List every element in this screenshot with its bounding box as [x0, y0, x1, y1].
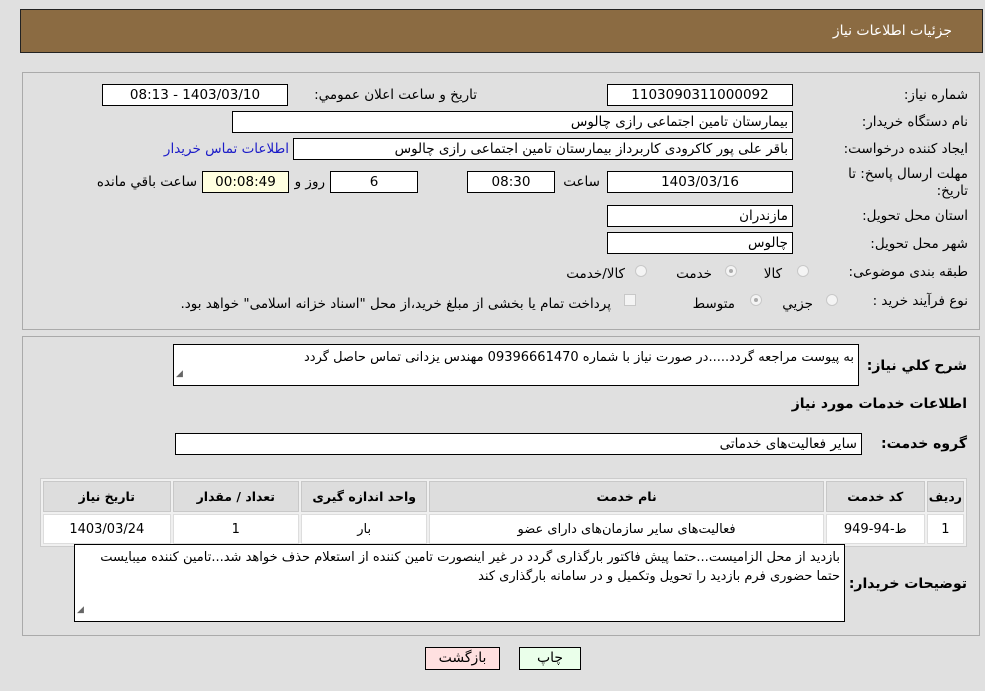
deadline-date-field: 1403/03/16: [607, 171, 793, 193]
cell-need-date: 1403/03/24: [43, 514, 171, 544]
description-label: شرح کلي نیاز:: [866, 358, 967, 374]
category-option-goods: کالا: [763, 266, 782, 282]
table-header-row: ردیف کد خدمت نام خدمت واحد اندازه گیری ت…: [43, 481, 964, 512]
cell-row-number: 1: [926, 514, 964, 544]
page-header: جزئیات اطلاعات نیاز: [20, 9, 983, 53]
process-radio-medium[interactable]: [750, 294, 762, 306]
province-field: مازندران: [607, 205, 793, 227]
description-textarea[interactable]: به پیوست مراجعه گردد.....در صورت نیاز با…: [173, 344, 859, 386]
col-row-number: ردیف: [926, 481, 964, 512]
print-button[interactable]: چاپ: [519, 647, 581, 670]
buyer-notes-text: بازدید از محل الزامیست...حتما پیش فاکتور…: [100, 550, 840, 584]
cell-quantity: 1: [172, 514, 300, 544]
deadline-time-label: ساعت: [563, 174, 600, 190]
category-radio-service[interactable]: [725, 265, 737, 277]
page-title: جزئیات اطلاعات نیاز: [832, 23, 952, 39]
category-label: طبقه بندی موضوعی:: [848, 264, 968, 280]
announce-label: تاریخ و ساعت اعلان عمومي:: [314, 87, 477, 103]
back-button[interactable]: بازگشت: [425, 647, 500, 670]
need-number-label: شماره نیاز:: [903, 87, 968, 103]
buyer-contact-link[interactable]: اطلاعات تماس خریدار: [164, 141, 289, 157]
cell-service-name: فعالیت‌های سایر سازمان‌های دارای عضو: [429, 514, 824, 544]
deadline-label: مهلت ارسال پاسخ: تا تاریخ:: [848, 166, 968, 199]
treasury-note: پرداخت تمام یا بخشی از مبلغ خرید،از محل …: [180, 296, 611, 312]
col-quantity: تعداد / مقدار: [172, 481, 300, 512]
remaining-time-field: 00:08:49: [202, 171, 289, 193]
process-option-medium: متوسط: [692, 296, 735, 312]
services-table: ردیف کد خدمت نام خدمت واحد اندازه گیری ت…: [40, 478, 967, 547]
province-label: استان محل تحویل:: [862, 208, 968, 224]
category-radio-goods[interactable]: [797, 265, 809, 277]
buyer-org-label: نام دستگاه خریدار:: [861, 114, 968, 130]
services-heading: اطلاعات خدمات مورد نیاز: [791, 396, 967, 412]
city-label: شهر محل تحویل:: [870, 236, 968, 252]
table-row: 1 ط-94-949 فعالیت‌های سایر سازمان‌های دا…: [43, 514, 964, 544]
days-remaining-field: 6: [330, 171, 418, 193]
process-radio-minor[interactable]: [826, 294, 838, 306]
creator-field: باقر علی پور کاکرودی کاربرداز بیمارستان …: [293, 138, 793, 160]
need-number-field: 1103090311000092: [607, 84, 793, 106]
announce-datetime-field: 1403/03/10 - 08:13: [102, 84, 288, 106]
resize-grip-icon[interactable]: ◢: [176, 365, 183, 384]
col-service-code: کد خدمت: [825, 481, 925, 512]
days-label: روز و: [294, 174, 325, 190]
category-option-service: خدمت: [676, 266, 712, 282]
category-option-goods-service: کالا/خدمت: [566, 266, 625, 282]
creator-label: ایجاد کننده درخواست:: [843, 141, 968, 157]
cell-service-code: ط-94-949: [825, 514, 925, 544]
cell-unit: بار: [301, 514, 428, 544]
service-group-field: سایر فعالیت‌های خدماتی: [175, 433, 862, 455]
col-unit: واحد اندازه گیری: [301, 481, 428, 512]
col-service-name: نام خدمت: [429, 481, 824, 512]
buyer-org-field: بیمارستان تامین اجتماعی رازی چالوس: [232, 111, 793, 133]
process-label: نوع فرآیند خرید :: [872, 293, 968, 309]
process-option-minor: جزيي: [782, 296, 813, 312]
city-field: چالوس: [607, 232, 793, 254]
category-radio-goods-service[interactable]: [635, 265, 647, 277]
buyer-notes-label: توضیحات خریدار:: [848, 576, 967, 592]
remaining-time-label: ساعت باقي مانده: [96, 174, 197, 190]
treasury-checkbox[interactable]: [624, 294, 636, 306]
deadline-time-field: 08:30: [467, 171, 555, 193]
resize-grip-icon[interactable]: ◢: [77, 601, 84, 620]
buyer-notes-textarea[interactable]: بازدید از محل الزامیست...حتما پیش فاکتور…: [74, 544, 845, 622]
description-text: به پیوست مراجعه گردد.....در صورت نیاز با…: [304, 350, 854, 365]
service-group-label: گروه خدمت:: [881, 436, 967, 452]
col-need-date: تاریخ نیاز: [43, 481, 171, 512]
